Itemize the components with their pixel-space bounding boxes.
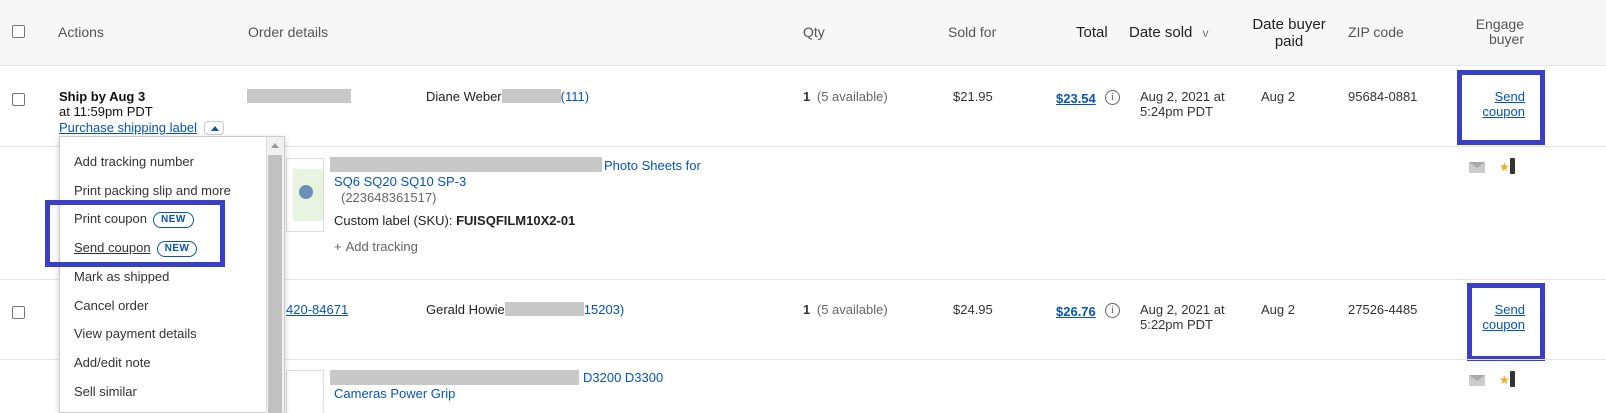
highlight-box-send-coupon-row2 [1467, 283, 1545, 361]
redacted-order-number [247, 89, 351, 103]
row1-buyer-feedback[interactable]: (111) [561, 89, 589, 104]
message-envelope-icon[interactable] [1469, 162, 1485, 173]
highlight-box-coupon-menu-items [45, 200, 225, 267]
header-total: Total [1076, 24, 1108, 41]
row2-checkbox[interactable] [12, 306, 25, 319]
row1-item-title-tail[interactable]: Photo Sheets for [604, 158, 701, 173]
row1-qty: 1 (5 available) [803, 89, 888, 104]
star-icon[interactable]: ★ [1499, 373, 1510, 387]
table-header: Actions Order details Qty Sold for Total… [0, 0, 1606, 66]
header-qty: Qty [803, 24, 825, 40]
marker-icon[interactable] [1510, 371, 1515, 387]
row2-total[interactable]: $26.76 [1056, 304, 1096, 319]
menu-item-add-tracking-number[interactable]: Add tracking number [74, 154, 194, 169]
row1-item-title-line2[interactable]: SQ6 SQ20 SQ10 SP-3 [334, 174, 466, 189]
row1-qty-value: 1 [803, 89, 811, 104]
row1-sold-for: $21.95 [953, 89, 993, 104]
menu-item-mark-as-shipped[interactable]: Mark as shipped [74, 269, 169, 284]
header-sold-for: Sold for [948, 24, 997, 40]
sort-chevron-icon[interactable]: v [1203, 26, 1209, 40]
header-engage-buyer-line2: buyer [1488, 31, 1524, 47]
row1-zip: 95684-0881 [1348, 89, 1418, 104]
row2-buyer-feedback[interactable]: 15203) [584, 302, 624, 317]
header-order-details: Order details [248, 24, 329, 40]
header-date-sold-label[interactable]: Date sold [1129, 24, 1192, 41]
row2-item-thumbnail[interactable] [286, 370, 324, 413]
redacted-buyer-id [504, 302, 584, 316]
header-date-sold[interactable]: Date sold v [1129, 24, 1209, 41]
row1-total[interactable]: $23.54 [1056, 91, 1096, 106]
row2-qty: 1 (5 available) [803, 302, 888, 317]
redacted-item-title [330, 370, 579, 385]
menu-item-print-packing-slip[interactable]: Print packing slip and more [74, 183, 231, 198]
header-date-buyer-paid-line1: Date buyer [1252, 16, 1326, 33]
row1-ship-time: at 11:59pm PDT [59, 104, 153, 119]
menu-scrollbar-thumb[interactable] [268, 155, 282, 413]
row2-date-sold-line1: Aug 2, 2021 at [1140, 302, 1225, 317]
row2-order-number[interactable]: 420-84671 [286, 302, 348, 317]
row1-custom-label-value: FUISQFILM10X2-01 [456, 213, 576, 228]
row1-date-sold-line2: 5:24pm PDT [1140, 104, 1213, 119]
row1-buyer[interactable]: Diane Weber (111) [426, 89, 589, 104]
row2-date-sold-line2: 5:22pm PDT [1140, 317, 1213, 332]
row1-item-id: (223648361517) [341, 190, 437, 205]
row1-qty-available: (5 available) [816, 89, 888, 104]
header-date-buyer-paid: Date buyer paid [1252, 16, 1326, 50]
header-date-buyer-paid-line2: paid [1274, 33, 1304, 50]
row2-item-title-tail[interactable]: D3200 D3300 [583, 370, 663, 385]
row1-thumbnail-photo [299, 185, 313, 199]
message-envelope-icon[interactable] [1469, 375, 1485, 386]
info-icon[interactable]: i [1105, 90, 1120, 105]
row2-buyer[interactable]: Gerald Howie 15203) [426, 302, 624, 317]
row2-buyer-name[interactable]: Gerald Howie [426, 302, 505, 317]
header-zip-code: ZIP code [1348, 24, 1404, 40]
highlight-box-send-coupon-row1 [1457, 70, 1545, 145]
row1-buyer-name[interactable]: Diane Weber [426, 89, 502, 104]
order-actions-menu: Add tracking number Print packing slip a… [59, 136, 285, 413]
row2-zip: 27526-4485 [1348, 302, 1418, 317]
star-icon[interactable]: ★ [1499, 160, 1510, 174]
marker-icon[interactable] [1510, 158, 1515, 174]
row2-date-paid: Aug 2 [1261, 302, 1295, 317]
menu-item-cancel-order[interactable]: Cancel order [74, 298, 148, 313]
row2-item-title-line2[interactable]: Cameras Power Grip [334, 386, 455, 401]
row2-date-sold: Aug 2, 2021 at 5:22pm PDT [1140, 302, 1225, 332]
row1-add-tracking[interactable]: + Add tracking [334, 239, 418, 254]
menu-scrollbar[interactable] [266, 137, 284, 413]
redacted-buyer-id [501, 89, 561, 103]
header-engage-buyer-line1: Engage [1475, 16, 1524, 32]
menu-item-view-payment-details[interactable]: View payment details [74, 326, 197, 341]
actions-menu-toggle[interactable] [204, 121, 224, 135]
row1-date-sold-line1: Aug 2, 2021 at [1140, 89, 1225, 104]
row1-checkbox[interactable] [12, 93, 25, 106]
row2-qty-available: (5 available) [816, 302, 888, 317]
info-icon[interactable]: i [1105, 303, 1120, 318]
row1-custom-label: Custom label (SKU): FUISQFILM10X2-01 [334, 213, 575, 228]
row1-add-tracking-label[interactable]: Add tracking [346, 239, 418, 254]
select-all-checkbox[interactable] [12, 25, 25, 38]
row1-date-paid: Aug 2 [1261, 89, 1295, 104]
row1-custom-label-prefix: Custom label (SKU): [334, 213, 457, 228]
plus-icon[interactable]: + [334, 239, 342, 254]
row1-ship-by: Ship by Aug 3 [59, 89, 146, 104]
purchase-shipping-label-link[interactable]: Purchase shipping label [59, 120, 197, 135]
row1-item-thumbnail[interactable] [286, 158, 324, 232]
row1-date-sold: Aug 2, 2021 at 5:24pm PDT [1140, 89, 1225, 119]
menu-item-add-edit-note[interactable]: Add/edit note [74, 355, 151, 370]
menu-item-sell-similar[interactable]: Sell similar [74, 384, 137, 399]
redacted-item-title [330, 157, 602, 172]
row2-qty-value: 1 [803, 302, 811, 317]
header-actions: Actions [58, 24, 104, 40]
row2-sold-for: $24.95 [953, 302, 993, 317]
header-engage-buyer: Engage buyer [1474, 17, 1524, 47]
scroll-up-icon[interactable] [271, 143, 279, 148]
